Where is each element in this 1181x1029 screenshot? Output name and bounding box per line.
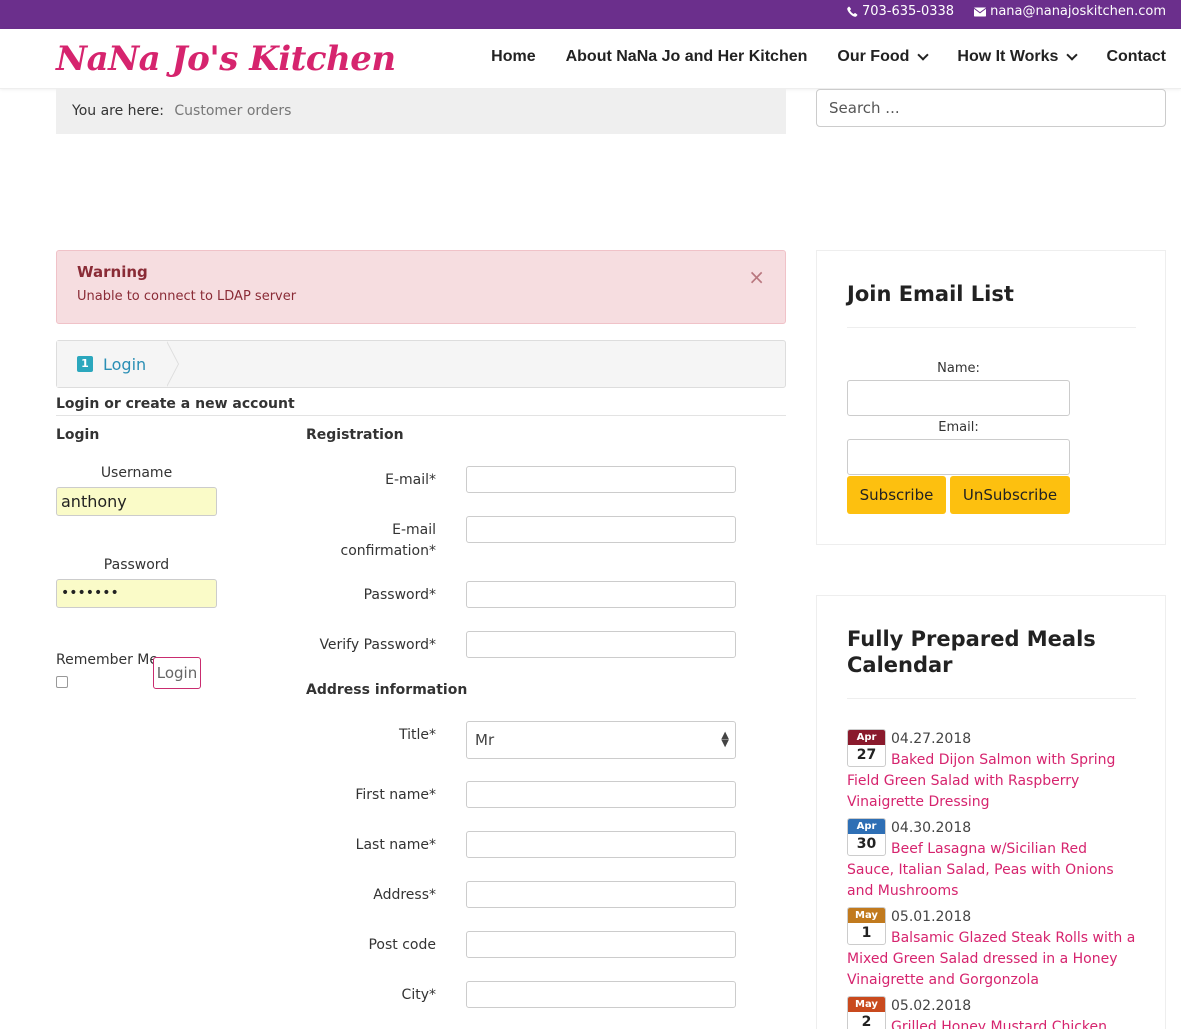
step-label: Login (103, 354, 147, 374)
nav-how-it-works[interactable]: How It Works (957, 48, 1079, 66)
event-title-link[interactable]: Baked Dijon Salmon with Spring Field Gre… (847, 750, 1137, 813)
password-input[interactable]: ••••••• (56, 579, 217, 608)
phone-icon (847, 6, 858, 17)
title-select[interactable]: Mr ▲ ▼ (466, 721, 736, 759)
badge-month: Apr (848, 819, 885, 834)
event-date: 04.27.2018 (891, 731, 972, 747)
close-icon[interactable]: × (748, 265, 765, 289)
site-logo[interactable]: NaNa Jo's Kitchen (56, 39, 396, 79)
email-label: E-mail* (385, 472, 436, 488)
select-arrows-icon: ▲ ▼ (721, 730, 729, 749)
email-widget-title: Join Email List (847, 282, 1014, 306)
login-button[interactable]: Login (153, 657, 201, 689)
checkout-steps: 1 Login (56, 340, 786, 388)
subscribe-name-field[interactable] (847, 380, 1070, 416)
site-header: NaNa Jo's Kitchen Home About NaNa Jo and… (0, 29, 1181, 89)
section-divider (56, 415, 786, 416)
badge-month: May (848, 997, 885, 1012)
top-bar: 703-635-0338 nana@nanajoskitchen.com (0, 0, 1181, 29)
reg-password-label: Password* (363, 587, 436, 603)
title-label: Title* (398, 727, 436, 743)
email-confirm-label: E-mail confirmation* (340, 522, 437, 559)
first-name-field[interactable] (466, 781, 736, 808)
username-input[interactable] (56, 487, 217, 516)
email-label-widget: Email: (938, 420, 979, 435)
remember-me-label: Remember Me (56, 652, 158, 668)
email-link[interactable]: nana@nanajoskitchen.com (974, 4, 1166, 19)
phone-link[interactable]: 703-635-0338 (847, 4, 954, 19)
nav-home[interactable]: Home (491, 48, 535, 66)
password-label: Password (103, 557, 170, 573)
unsubscribe-button[interactable]: UnSubscribe (950, 476, 1070, 514)
address-heading: Address information (306, 682, 468, 698)
chevron-down-icon (917, 49, 930, 61)
warning-alert: Warning Unable to connect to LDAP server… (56, 250, 786, 324)
verify-password-field[interactable] (466, 631, 736, 658)
event-date: 04.30.2018 (891, 820, 972, 836)
chevron-down-icon (1066, 49, 1079, 61)
search-input[interactable] (816, 89, 1166, 127)
remember-me-checkbox[interactable] (56, 676, 68, 688)
title-value: Mr (475, 731, 495, 749)
email-confirm-field[interactable] (466, 516, 736, 543)
badge-month: Apr (848, 730, 885, 745)
nav-our-food[interactable]: Our Food (837, 48, 930, 66)
event-date: 05.01.2018 (891, 909, 972, 925)
username-label: Username (100, 465, 173, 481)
nav-contact[interactable]: Contact (1106, 48, 1166, 66)
contact-info: 703-635-0338 nana@nanajoskitchen.com (847, 4, 1166, 19)
widget-divider (847, 698, 1136, 699)
breadcrumb: You are here: Customer orders (56, 89, 786, 134)
subscribe-button[interactable]: Subscribe (847, 476, 946, 514)
nav-about[interactable]: About NaNa Jo and Her Kitchen (566, 48, 808, 66)
login-section-title: Login or create a new account (56, 396, 295, 412)
alert-title: Warning (77, 263, 148, 281)
calendar-widget-title: Fully Prepared Meals Calendar (847, 627, 1096, 677)
main-nav: Home About NaNa Jo and Her Kitchen Our F… (491, 48, 1166, 66)
step-login[interactable]: 1 Login (57, 341, 172, 387)
widget-divider (847, 327, 1136, 328)
subscribe-email-field[interactable] (847, 439, 1070, 475)
breadcrumb-current: Customer orders (174, 103, 292, 119)
last-name-field[interactable] (466, 831, 736, 858)
alert-message: Unable to connect to LDAP server (77, 289, 297, 304)
address-field[interactable] (466, 881, 736, 908)
post-code-label: Post code (368, 937, 436, 953)
event-title-link[interactable]: Grilled Honey Mustard Chicken with (847, 1017, 1137, 1029)
event-date: 05.02.2018 (891, 998, 972, 1014)
login-heading: Login (56, 427, 100, 443)
step-arrow-inner (166, 341, 178, 387)
reg-password-field[interactable] (466, 581, 736, 608)
event-title-link[interactable]: Beef Lasagna w/Sicilian Red Sauce, Itali… (847, 839, 1137, 902)
step-number: 1 (77, 356, 93, 372)
first-name-label: First name* (355, 787, 436, 803)
envelope-icon (974, 7, 987, 16)
address-label: Address* (373, 887, 436, 903)
last-name-label: Last name* (355, 837, 436, 853)
registration-heading: Registration (306, 427, 404, 443)
email-field[interactable] (466, 466, 736, 493)
breadcrumb-prefix: You are here: (72, 103, 164, 119)
meals-calendar-widget: Fully Prepared Meals Calendar Apr 27 04.… (816, 595, 1166, 1029)
verify-password-label: Verify Password* (319, 637, 436, 653)
badge-month: May (848, 908, 885, 923)
city-field[interactable] (466, 981, 736, 1008)
city-label: City* (401, 987, 436, 1003)
post-code-field[interactable] (466, 931, 736, 958)
name-label: Name: (937, 361, 980, 376)
event-title-link[interactable]: Balsamic Glazed Steak Rolls with a Mixed… (847, 928, 1137, 991)
email-list-widget: Join Email List Name: Email: Subscribe U… (816, 250, 1166, 545)
